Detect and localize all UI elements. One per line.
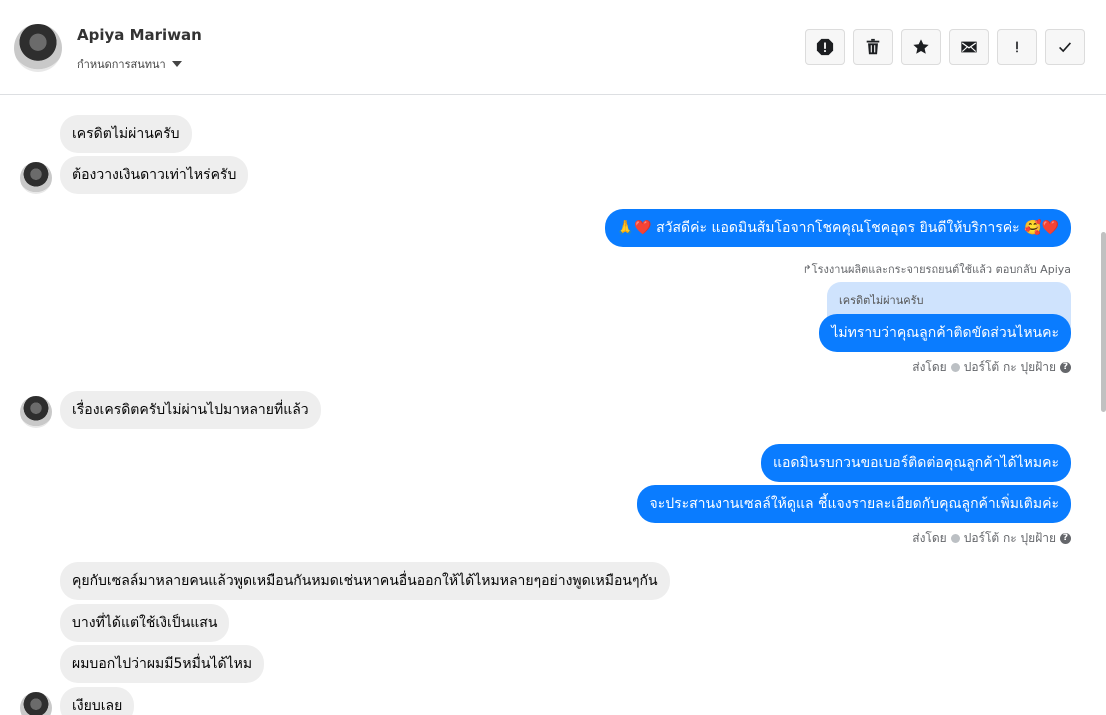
sender-name: ปอร์โต้ กะ ปุยฝ้าย	[963, 531, 1056, 545]
reply-context-label: ↱โรงงานผลิตและกระจายรถยนต์ใช้แล้ว ตอบกลั…	[802, 263, 1071, 276]
outgoing-message: แอดมินรบกวนขอเบอร์ติดต่อคุณลูกค้าได้ไหมค…	[760, 444, 1071, 482]
incoming-message: ผมบอกไปว่าผมมี5หมื่นได้ไหม	[60, 645, 265, 683]
outgoing-message: ไม่ทราบว่าคุณลูกค้าติดขัดส่วนไหนคะ	[819, 314, 1071, 352]
outgoing-message: 🙏❤️ สวัสดีค่ะ แอดมินส้มโอจากโชคคุณโชคอุด…	[604, 209, 1071, 247]
sent-by-meta: ส่งโดย ปอร์โต้ กะ ปุยฝ้าย ?	[912, 529, 1071, 548]
assign-conversation-dropdown[interactable]: กำหนดการสนทนา	[77, 55, 182, 73]
star-button[interactable]	[901, 29, 941, 65]
incoming-message: คุยกับเซลล์มาหลายคนแล้วพูดเหมือนกันหมดเช…	[60, 562, 670, 600]
outgoing-message: จะประสานงานเซลล์ให้ดูแล ชี้แจงรายละเอียด…	[637, 485, 1071, 523]
incoming-message: บางที่ได้แต่ใช้เงิเป็นแสน	[60, 604, 230, 642]
mark-done-button[interactable]	[1045, 29, 1085, 65]
contact-name[interactable]: Apiya Mariwan	[77, 26, 202, 44]
conversation-header: Apiya Mariwan กำหนดการสนทนา	[0, 0, 1106, 95]
mail-icon	[961, 41, 977, 53]
sent-by-meta: ส่งโดย ปอร์โต้ กะ ปุยฝ้าย ?	[912, 358, 1071, 377]
chevron-down-icon	[171, 61, 182, 67]
verified-icon	[950, 363, 960, 372]
delete-button[interactable]	[853, 29, 893, 65]
help-icon[interactable]: ?	[1060, 362, 1071, 373]
avatar[interactable]	[20, 692, 52, 715]
scrollbar[interactable]	[1101, 232, 1106, 412]
verified-icon	[950, 534, 960, 543]
mark-unread-button[interactable]	[949, 29, 989, 65]
incoming-message: ต้องวางเงินดาวเท่าไหร่ครับ	[60, 156, 249, 194]
avatar[interactable]	[14, 24, 62, 72]
quoted-text: เครดิตไม่ผ่านครับ	[839, 294, 924, 307]
sent-by-label: ส่งโดย	[912, 360, 947, 374]
avatar[interactable]	[20, 162, 52, 194]
priority-button[interactable]	[997, 29, 1037, 65]
incoming-message: เรื่องเครดิตครับไม่ผ่านไปมาหลายที่แล้ว	[60, 391, 321, 429]
assign-label: กำหนดการสนทนา	[77, 58, 166, 71]
incoming-message: เครดิตไม่ผ่านครับ	[60, 115, 192, 153]
message-thread[interactable]: เครดิตไม่ผ่านครับ ต้องวางเงินดาวเท่าไหร่…	[0, 96, 1106, 715]
star-icon	[913, 39, 929, 54]
help-icon[interactable]: ?	[1060, 533, 1071, 544]
action-toolbar	[805, 29, 1093, 65]
trash-icon	[866, 38, 880, 55]
report-icon	[816, 38, 834, 56]
sender-name: ปอร์โต้ กะ ปุยฝ้าย	[963, 360, 1056, 374]
report-button[interactable]	[805, 29, 845, 65]
check-icon	[1059, 42, 1072, 53]
incoming-message: เงียบเลย	[60, 687, 135, 715]
exclamation-icon	[1016, 41, 1018, 53]
sent-by-label: ส่งโดย	[912, 531, 947, 545]
avatar[interactable]	[20, 396, 52, 428]
